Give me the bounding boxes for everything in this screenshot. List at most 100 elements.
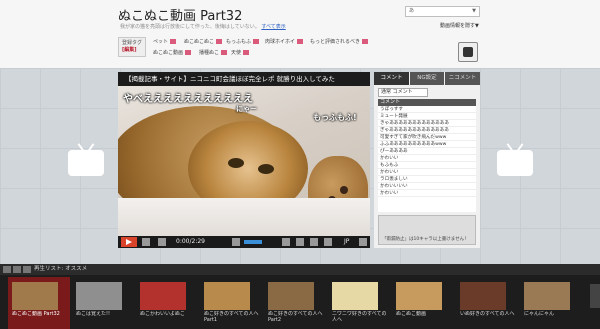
playlist-header: 再生リスト: オススメ: [0, 264, 600, 275]
tab-ng-settings[interactable]: NG設定: [410, 72, 444, 85]
comment-input-hint: 「雨漏防止」は10キャラ以上書けません！: [382, 237, 469, 242]
playlist-scroll-right-icon[interactable]: [590, 284, 600, 308]
playlist-item[interactable]: ぬこ好きのすべての人へPart2: [264, 277, 326, 329]
comment-sort-select[interactable]: 通常 コメント: [378, 88, 428, 97]
screen-mode-icon[interactable]: [310, 238, 318, 246]
playlist-item[interactable]: にゃんにゃん: [520, 277, 582, 329]
comment-row[interactable]: かわいい: [378, 190, 476, 197]
playlist-next-icon[interactable]: [13, 266, 21, 273]
thumbnail-image[interactable]: [332, 282, 378, 310]
comment-row[interactable]: かわいい: [378, 155, 476, 162]
tv-icon[interactable]: [497, 150, 533, 176]
dictionary-icon[interactable]: [253, 39, 260, 44]
thumbnail-image[interactable]: [268, 282, 314, 310]
playlist-item[interactable]: いぬ好きのすべての人へ: [456, 277, 518, 329]
comment-list[interactable]: うぼっすす ミュート発展 きゃあああああああああああああ ぎゃあああああああああ…: [378, 106, 476, 212]
playlist-item[interactable]: ぬこは覚えた!!: [72, 277, 134, 329]
repeat-icon[interactable]: [282, 238, 290, 246]
tag-text[interactable]: もっと評価されるべき: [310, 39, 360, 45]
comment-row[interactable]: ぎゃあああああああああああああ: [378, 127, 476, 134]
thumbnail-image[interactable]: [12, 282, 58, 310]
playlist-item[interactable]: ぬこかわいいよぬこ: [136, 277, 198, 329]
search-input[interactable]: あ ▼: [405, 6, 480, 17]
tag-item[interactable]: もっふもふ: [226, 38, 260, 45]
volume-slider[interactable]: [244, 240, 262, 244]
tag-item[interactable]: 天使: [231, 49, 250, 56]
settings-icon[interactable]: [359, 238, 367, 246]
cat-eye-image: [258, 164, 274, 174]
playlist-prev-icon[interactable]: [3, 266, 11, 273]
tag-text[interactable]: 播種ぬこ: [199, 50, 219, 56]
video-frame[interactable]: やべえええええええええええ にゃー もっふもふ!: [118, 86, 370, 236]
playlist-item[interactable]: ニワニワ好きのすべての人へ: [328, 277, 390, 329]
hide-video-info-link[interactable]: 動画情報を隠す▼: [440, 22, 479, 29]
thumbnail-image[interactable]: [140, 282, 186, 310]
skip-icon[interactable]: [158, 238, 166, 246]
tag-item[interactable]: もっと評価されるべき: [310, 38, 369, 45]
thumbnail-image[interactable]: [204, 282, 250, 310]
video-player[interactable]: 【揭載記事・サイト】ニコニコ町会議ほぼ完全レポ 就勝り出入してみた やべええええ…: [118, 72, 370, 248]
dictionary-icon[interactable]: [170, 39, 177, 44]
tag-list: ペット ぬこぬこぬこ もっふもふ 肉球ホイホイ もっと評価されるべき ぬこぬこ動…: [153, 38, 403, 58]
tag-item[interactable]: ぬこぬこぬこ: [184, 38, 223, 45]
comment-row[interactable]: かわいい: [378, 169, 476, 176]
tag-edit-button[interactable]: [編集]: [122, 47, 142, 54]
danmaku-comment: もっふもふ!: [313, 113, 357, 122]
danmaku-comment: にゃー: [236, 105, 257, 113]
comment-row[interactable]: うぼっすす: [378, 106, 476, 113]
dictionary-icon[interactable]: [221, 50, 228, 55]
tag-item[interactable]: 播種ぬこ: [199, 49, 228, 56]
tag-item[interactable]: 肉球ホイホイ: [265, 38, 304, 45]
dictionary-icon[interactable]: [297, 39, 304, 44]
tag-text[interactable]: ペット: [153, 39, 168, 45]
tag-text[interactable]: ぬこぬこ動画: [153, 50, 183, 56]
comment-row[interactable]: ぴーああああ: [378, 148, 476, 155]
playlist-item[interactable]: ぬこ好きのすべての人へPart1: [200, 277, 262, 329]
comment-row[interactable]: ラロ羨ましい: [378, 176, 476, 183]
tag-text[interactable]: 天使: [231, 50, 241, 56]
comment-row[interactable]: もふもふ: [378, 162, 476, 169]
tag-text[interactable]: ぬこぬこぬこ: [184, 39, 214, 45]
playlist-item-title: いぬ好きのすべての人へ: [460, 311, 515, 317]
comment-row[interactable]: ミュート発展: [378, 113, 476, 120]
tag-text[interactable]: もっふもふ: [226, 39, 251, 45]
rewind-icon[interactable]: [142, 238, 150, 246]
thumbnail-image[interactable]: [396, 282, 442, 310]
tag-item[interactable]: ペット: [153, 38, 177, 45]
comment-list-header: コメント: [378, 99, 476, 106]
dictionary-icon[interactable]: [362, 39, 369, 44]
playlist-item[interactable]: ぬこぬこ動画: [392, 277, 454, 329]
playlist-controls: [3, 266, 31, 273]
playlist-item[interactable]: ぬこぬこ動画 Part32: [8, 277, 70, 329]
volume-icon[interactable]: [232, 238, 240, 246]
comment-toggle-icon[interactable]: [296, 238, 304, 246]
comment-row[interactable]: 可愛すぎて家が吹き飛んだwww: [378, 134, 476, 141]
thumbnail-image[interactable]: [524, 282, 570, 310]
tab-comment[interactable]: コメント: [374, 72, 409, 85]
fullscreen-icon[interactable]: [324, 238, 332, 246]
playlist-item-title: ぬこ好きのすべての人へPart1: [204, 311, 259, 323]
playlist-shuffle-icon[interactable]: [23, 266, 31, 273]
show-all-link[interactable]: すべて表示: [261, 24, 285, 30]
page: { "header": { "title": "ぬこぬこ動画 Part32", …: [0, 0, 600, 329]
play-button[interactable]: [121, 237, 137, 247]
tv-icon[interactable]: [68, 150, 104, 176]
thumbnail-image[interactable]: [76, 282, 122, 310]
playlist-item-title: にゃんにゃん: [524, 311, 555, 317]
tag-text[interactable]: 肉球ホイホイ: [265, 39, 295, 45]
mylist-button[interactable]: [458, 42, 478, 62]
comment-input-area[interactable]: 「雨漏防止」は10キャラ以上書けません！: [378, 215, 476, 245]
dropdown-arrow-icon[interactable]: ▼: [472, 7, 476, 16]
towel-image: [118, 198, 370, 236]
comment-row[interactable]: かわいいいい: [378, 183, 476, 190]
comment-row[interactable]: きゃあああああああああああああ: [378, 120, 476, 127]
language-toggle[interactable]: JP: [344, 237, 349, 247]
comment-panel: コメント NG設定 ニコメント 通常 コメント コメント うぼっすす ミュート発…: [374, 72, 480, 248]
dictionary-icon[interactable]: [185, 50, 192, 55]
comment-row[interactable]: ふふああああああああああwww: [378, 141, 476, 148]
thumbnail-image[interactable]: [460, 282, 506, 310]
dictionary-icon[interactable]: [216, 39, 223, 44]
tab-nicomment[interactable]: ニコメント: [445, 72, 480, 85]
tag-item[interactable]: ぬこぬこ動画: [153, 49, 192, 56]
dictionary-icon[interactable]: [243, 50, 250, 55]
